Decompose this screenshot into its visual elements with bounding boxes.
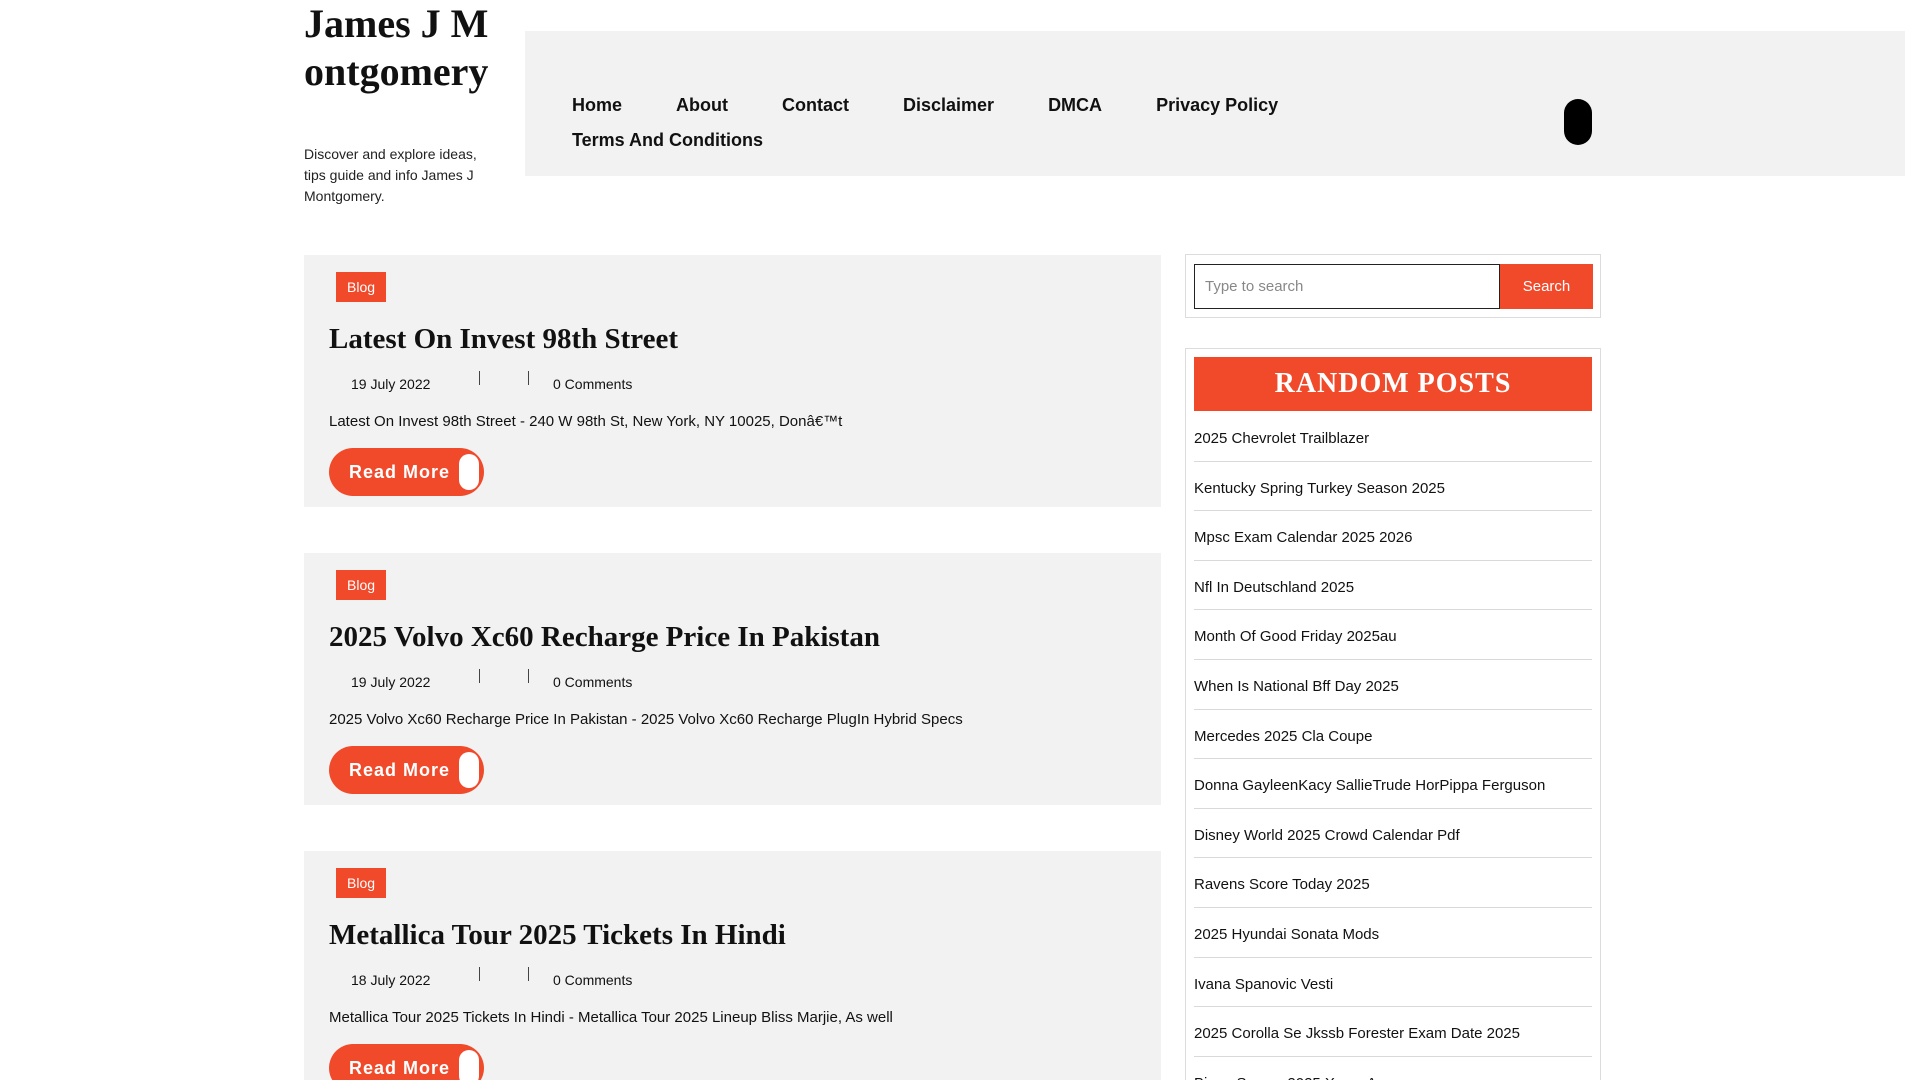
random-post-link[interactable]: Bingo Scores 2025 Xmas Army (1194, 1057, 1592, 1080)
random-post-link[interactable]: Nfl In Deutschland 2025 (1194, 561, 1592, 611)
site-description: Discover and explore ideas, tips guide a… (304, 146, 477, 204)
post-excerpt: Latest On Invest 98th Street - 240 W 98t… (329, 413, 843, 430)
post-excerpt: 2025 Volvo Xc60 Recharge Price In Pakist… (329, 711, 963, 728)
nav-item-terms-and-conditions[interactable]: Terms And Conditions (572, 126, 763, 154)
site-title[interactable]: James J Montgomery (304, 0, 504, 96)
post-date[interactable]: 19 July 2022 (351, 673, 430, 691)
random-posts-list: 2025 Chevrolet Trailblazer Kentucky Spri… (1194, 412, 1592, 1080)
read-more-button[interactable]: Read More (329, 746, 484, 794)
read-more-button[interactable]: Read More (329, 448, 484, 496)
post-meta: 19 July 2022 0 Comments (329, 669, 729, 691)
meta-divider (528, 669, 529, 683)
nav-item-about[interactable]: About (676, 91, 728, 119)
read-more-label: Read More (349, 760, 451, 780)
theme-toggle-button[interactable] (1564, 99, 1592, 145)
category-badge[interactable]: Blog (336, 868, 387, 898)
meta-divider (528, 371, 529, 385)
nav-menu: Home About Contact Disclaimer DMCA Priva… (572, 91, 1372, 154)
search-widget: Search (1185, 254, 1601, 318)
post-title[interactable]: 2025 Volvo Xc60 Recharge Price In Pakist… (329, 617, 880, 657)
nav-item-disclaimer[interactable]: Disclaimer (903, 91, 994, 119)
read-more-pill-icon (459, 1050, 479, 1080)
search-button[interactable]: Search (1500, 264, 1593, 309)
post-meta: 19 July 2022 0 Comments (329, 371, 729, 393)
random-post-link[interactable]: Month Of Good Friday 2025au (1194, 610, 1592, 660)
random-post-link[interactable]: Mpsc Exam Calendar 2025 2026 (1194, 511, 1592, 561)
random-post-link[interactable]: Ivana Spanovic Vesti (1194, 958, 1592, 1008)
random-post-link[interactable]: 2025 Chevrolet Trailblazer (1194, 412, 1592, 462)
post-date[interactable]: 18 July 2022 (351, 971, 430, 989)
nav-item-dmca[interactable]: DMCA (1048, 91, 1102, 119)
read-more-button[interactable]: Read More (329, 1044, 484, 1080)
read-more-label: Read More (349, 462, 451, 482)
read-more-label: Read More (349, 1058, 451, 1078)
category-badge[interactable]: Blog (336, 272, 387, 302)
post-card: Blog 2025 Volvo Xc60 Recharge Price In P… (304, 553, 1161, 805)
random-post-link[interactable]: Donna GayleenKacy SallieTrude HorPippa F… (1194, 759, 1592, 809)
random-post-link[interactable]: Mercedes 2025 Cla Coupe (1194, 710, 1592, 760)
nav-item-privacy-policy[interactable]: Privacy Policy (1156, 91, 1278, 119)
nav-item-contact[interactable]: Contact (782, 91, 849, 119)
read-more-pill-icon (459, 752, 479, 788)
post-comments[interactable]: 0 Comments (553, 673, 632, 691)
random-post-link[interactable]: Disney World 2025 Crowd Calendar Pdf (1194, 809, 1592, 859)
post-comments[interactable]: 0 Comments (553, 971, 632, 989)
post-title[interactable]: Latest On Invest 98th Street (329, 319, 678, 359)
post-card: Blog Latest On Invest 98th Street 19 Jul… (304, 255, 1161, 507)
post-meta: 18 July 2022 0 Comments (329, 967, 729, 989)
widget-title: RANDOM POSTS (1194, 357, 1592, 411)
random-post-link[interactable]: Kentucky Spring Turkey Season 2025 (1194, 462, 1592, 512)
post-title[interactable]: Metallica Tour 2025 Tickets In Hindi (329, 915, 786, 955)
post-excerpt: Metallica Tour 2025 Tickets In Hindi - M… (329, 1009, 893, 1026)
search-input[interactable] (1194, 264, 1500, 309)
post-card: Blog Metallica Tour 2025 Tickets In Hind… (304, 851, 1161, 1080)
meta-divider (479, 371, 480, 385)
random-post-link[interactable]: When Is National Bff Day 2025 (1194, 660, 1592, 710)
random-post-link[interactable]: Ravens Score Today 2025 (1194, 858, 1592, 908)
post-date[interactable]: 19 July 2022 (351, 375, 430, 393)
main-navigation: Home About Contact Disclaimer DMCA Priva… (525, 31, 1905, 176)
category-badge[interactable]: Blog (336, 570, 387, 600)
meta-divider (479, 967, 480, 981)
random-post-link[interactable]: 2025 Hyundai Sonata Mods (1194, 908, 1592, 958)
random-post-link[interactable]: 2025 Corolla Se Jkssb Forester Exam Date… (1194, 1007, 1592, 1057)
read-more-pill-icon (459, 454, 479, 490)
nav-item-home[interactable]: Home (572, 91, 622, 119)
post-comments[interactable]: 0 Comments (553, 375, 632, 393)
meta-divider (528, 967, 529, 981)
meta-divider (479, 669, 480, 683)
random-posts-widget: RANDOM POSTS 2025 Chevrolet Trailblazer … (1185, 348, 1601, 1080)
